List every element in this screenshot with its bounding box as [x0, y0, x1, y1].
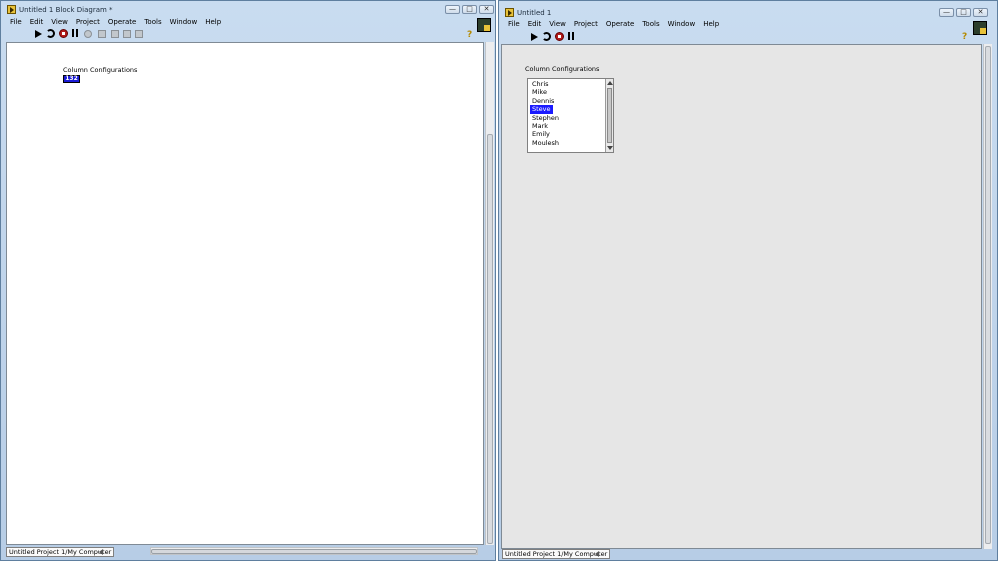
run-continuously-button[interactable]	[46, 29, 56, 39]
run-button[interactable]	[34, 29, 44, 39]
list-item[interactable]: Chris	[530, 80, 561, 88]
block-diagram-window: Untitled 1 Block Diagram * — □ ✕ File Ed…	[0, 0, 496, 561]
listbox-label: Column Configurations	[525, 65, 600, 73]
menu-project[interactable]: Project	[72, 17, 104, 28]
labview-vi-icon	[505, 8, 514, 17]
menu-window[interactable]: Window	[664, 19, 700, 30]
menu-file[interactable]: File	[504, 19, 524, 30]
scroll-left-icon[interactable]	[99, 549, 103, 555]
scroll-down-icon[interactable]	[607, 146, 613, 150]
window-title: Untitled 1	[517, 9, 552, 17]
menu-file[interactable]: File	[6, 17, 26, 28]
step-over-icon[interactable]	[123, 30, 131, 38]
vertical-scroll-thumb[interactable]	[985, 46, 991, 544]
run-arrow-icon	[35, 30, 42, 38]
list-item-selected[interactable]: Steve	[530, 105, 553, 114]
project-path: Untitled Project 1/My Computer	[502, 549, 611, 559]
front-panel-canvas[interactable]: Column Configurations Chris Mike Dennis …	[501, 44, 982, 549]
list-item[interactable]: Moulesh	[530, 139, 561, 147]
vertical-scrollbar[interactable]	[983, 44, 992, 549]
title-bar[interactable]: Untitled 1 — □ ✕	[499, 4, 997, 20]
menu-operate[interactable]: Operate	[602, 19, 638, 30]
list-item[interactable]: Mike	[530, 88, 561, 96]
listbox-terminal[interactable]: 132	[63, 75, 80, 83]
menu-edit[interactable]: Edit	[26, 17, 48, 28]
highlight-execution-icon[interactable]	[84, 30, 92, 38]
menu-help[interactable]: Help	[201, 17, 225, 28]
terminal-label: Column Configurations	[63, 66, 138, 74]
list-item[interactable]: Stephen	[530, 114, 561, 122]
connector-pane-icon[interactable]	[973, 21, 987, 35]
vertical-scrollbar[interactable]	[485, 42, 494, 545]
maximize-button[interactable]: □	[462, 5, 477, 14]
status-bar: Untitled Project 1/My Computer	[502, 549, 982, 559]
menu-project[interactable]: Project	[570, 19, 602, 30]
run-continuously-icon	[542, 32, 551, 41]
menu-edit[interactable]: Edit	[524, 19, 546, 30]
maximize-button[interactable]: □	[956, 8, 971, 17]
abort-icon	[555, 32, 564, 41]
list-item[interactable]: Mark	[530, 122, 561, 130]
scroll-left-icon[interactable]	[595, 551, 599, 557]
title-bar[interactable]: Untitled 1 Block Diagram * — □ ✕	[1, 1, 495, 17]
run-continuously-button[interactable]	[542, 32, 552, 42]
column-configurations-listbox[interactable]: Chris Mike Dennis Steve Stephen Mark Emi…	[527, 78, 614, 153]
pause-button[interactable]	[71, 29, 81, 39]
window-controls: — □ ✕	[445, 5, 494, 15]
list-item[interactable]: Dennis	[530, 97, 561, 105]
window-title: Untitled 1 Block Diagram *	[19, 6, 113, 14]
context-help-icon[interactable]: ?	[467, 30, 472, 40]
listbox-scroll-thumb[interactable]	[607, 88, 612, 143]
retain-wire-values-icon[interactable]	[98, 30, 106, 38]
block-diagram-canvas[interactable]: Column Configurations 132	[6, 42, 484, 545]
minimize-button[interactable]: —	[445, 5, 460, 14]
close-button[interactable]: ✕	[479, 5, 494, 14]
menu-tools[interactable]: Tools	[638, 19, 663, 30]
menu-bar: File Edit View Project Operate Tools Win…	[504, 19, 723, 30]
menu-bar: File Edit View Project Operate Tools Win…	[6, 17, 225, 28]
horizontal-scrollbar[interactable]	[150, 547, 478, 555]
context-help-icon[interactable]: ?	[962, 32, 967, 42]
listbox-scrollbar[interactable]	[605, 79, 613, 152]
step-into-icon[interactable]	[111, 30, 119, 38]
run-arrow-icon	[531, 33, 538, 41]
vertical-scroll-thumb[interactable]	[487, 134, 493, 544]
menu-view[interactable]: View	[545, 19, 570, 30]
connector-pane-icon[interactable]	[477, 18, 491, 32]
labview-vi-icon	[7, 5, 16, 14]
minimize-button[interactable]: —	[939, 8, 954, 17]
abort-button[interactable]	[555, 32, 565, 42]
step-out-icon[interactable]	[135, 30, 143, 38]
list-item[interactable]: Emily	[530, 130, 561, 138]
window-controls: — □ ✕	[939, 8, 988, 18]
run-continuously-icon	[46, 29, 55, 38]
run-button[interactable]	[530, 32, 540, 42]
pause-button[interactable]	[567, 32, 577, 42]
close-button[interactable]: ✕	[973, 8, 988, 17]
menu-window[interactable]: Window	[166, 17, 202, 28]
scroll-up-icon[interactable]	[607, 81, 613, 85]
front-panel-window: Untitled 1 — □ ✕ File Edit View Project …	[498, 0, 998, 561]
project-path: Untitled Project 1/My Computer	[6, 547, 115, 557]
abort-button[interactable]	[59, 29, 69, 39]
menu-view[interactable]: View	[47, 17, 72, 28]
abort-icon	[59, 29, 68, 38]
status-bar: Untitled Project 1/My Computer	[6, 547, 486, 557]
menu-help[interactable]: Help	[699, 19, 723, 30]
menu-operate[interactable]: Operate	[104, 17, 140, 28]
menu-tools[interactable]: Tools	[140, 17, 165, 28]
horizontal-scroll-thumb[interactable]	[151, 549, 477, 554]
listbox-items: Chris Mike Dennis Steve Stephen Mark Emi…	[530, 80, 561, 147]
